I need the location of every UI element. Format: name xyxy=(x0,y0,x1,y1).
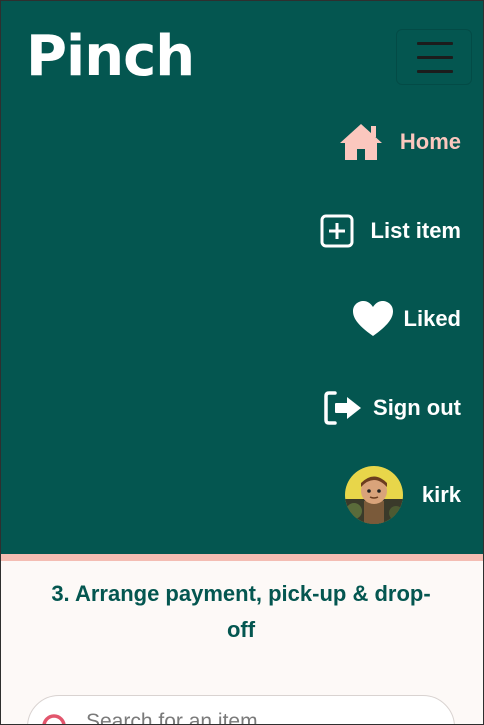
nav-label-profile: kirk xyxy=(421,482,461,507)
nav-item-sign-out[interactable]: Sign out xyxy=(323,384,461,432)
navbar: Pinch Home List item Liked Sign out kirk xyxy=(1,1,483,554)
plus-square-icon xyxy=(319,213,355,249)
nav-item-profile[interactable]: kirk xyxy=(344,465,461,525)
search-icon[interactable] xyxy=(38,710,78,724)
nav-label-sign-out: Sign out xyxy=(373,395,461,420)
menu-toggle-button[interactable] xyxy=(396,29,472,85)
brand-logo[interactable]: Pinch xyxy=(26,24,195,90)
navbar-divider xyxy=(1,554,483,561)
step-title: 3. Arrange payment, pick-up & drop-off xyxy=(51,581,431,642)
nav-item-list-item[interactable]: List item xyxy=(319,207,461,255)
sign-out-icon xyxy=(323,390,363,426)
search-bar xyxy=(27,695,455,724)
heart-icon xyxy=(352,300,394,338)
nav-item-liked[interactable]: Liked xyxy=(352,295,461,343)
avatar xyxy=(344,465,404,525)
app-frame: Pinch Home List item Liked Sign out kirk… xyxy=(0,0,484,725)
nav-item-home[interactable]: Home xyxy=(338,118,461,166)
hamburger-icon xyxy=(417,56,453,59)
hamburger-icon xyxy=(417,42,453,45)
nav-label-home: Home xyxy=(399,129,461,154)
hamburger-icon xyxy=(417,70,453,73)
home-icon xyxy=(338,122,384,162)
nav-label-list-item: List item xyxy=(370,218,461,243)
search-input[interactable] xyxy=(86,704,426,724)
nav-label-liked: Liked xyxy=(403,306,461,331)
